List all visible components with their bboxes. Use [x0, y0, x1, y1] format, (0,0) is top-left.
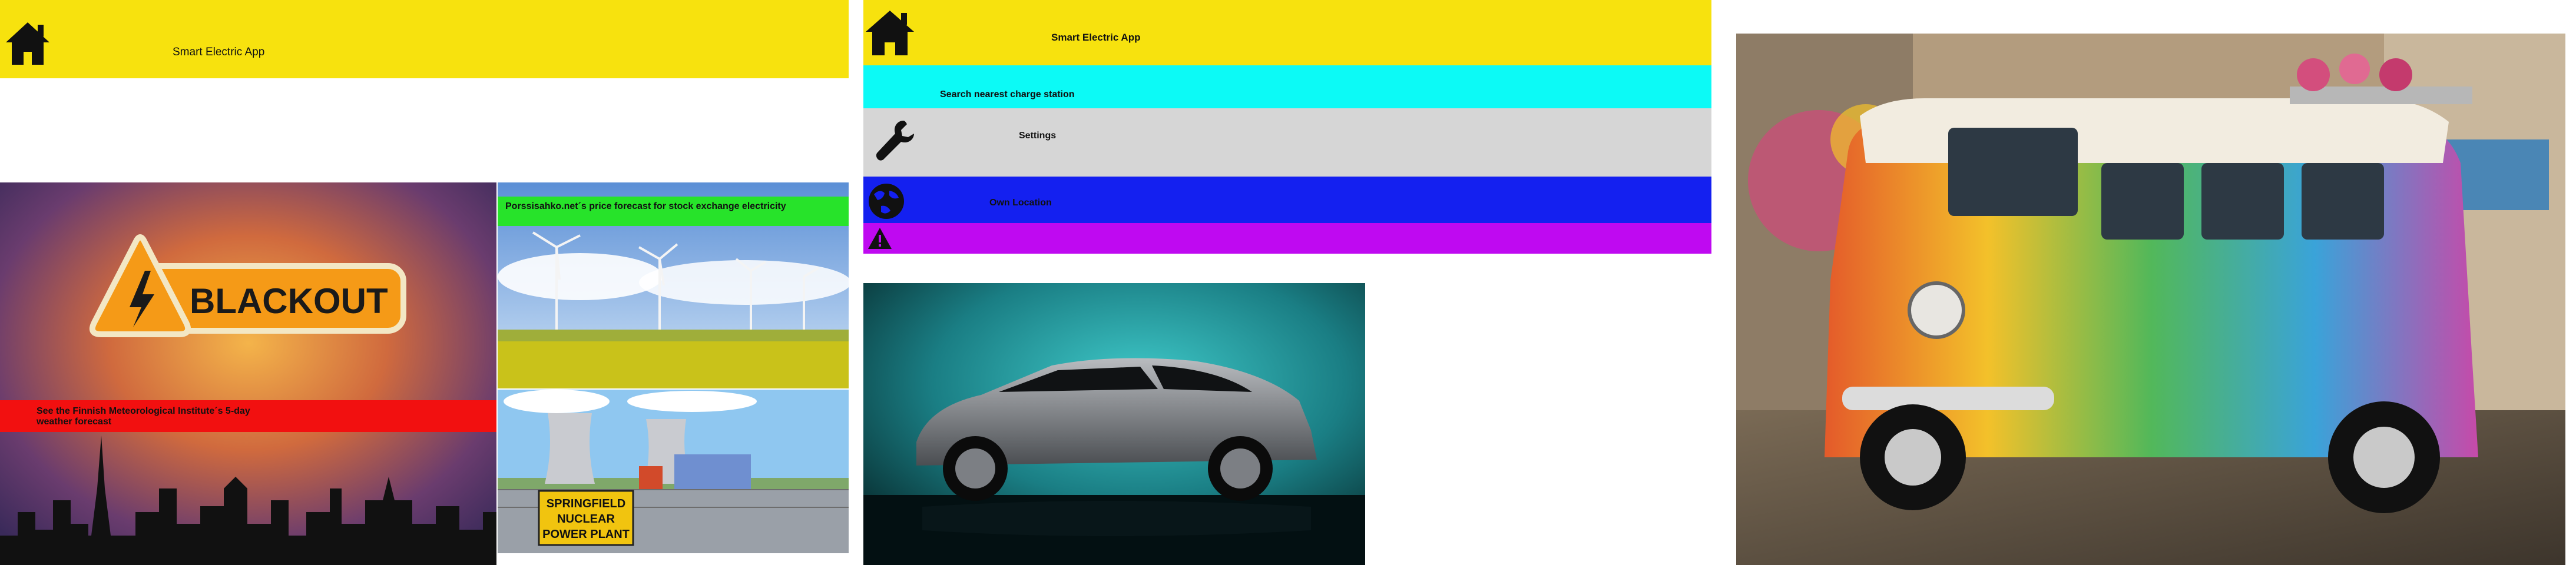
menu-item-search[interactable]	[863, 65, 1711, 108]
menu-item-settings[interactable]	[863, 108, 1711, 177]
nuclear-plant-image[interactable]: SPRINGFIELD NUCLEAR POWER PLANT	[498, 390, 849, 553]
app-header	[0, 0, 849, 78]
globe-icon[interactable]	[866, 182, 907, 220]
settings-label[interactable]: Settings	[1019, 131, 1056, 141]
blackout-image[interactable]: BLACKOUT	[0, 182, 496, 565]
nuclear-sign-line3: POWER PLANT	[542, 528, 630, 541]
home-icon[interactable]	[5, 20, 51, 66]
app-title: Smart Electric App	[173, 46, 265, 58]
search-charge-station-label[interactable]: Search nearest charge station	[940, 89, 1075, 100]
weather-forecast-link[interactable]: See the Finnish Meteorological Institute…	[37, 406, 284, 427]
wrench-icon[interactable]	[875, 119, 916, 164]
nuclear-sign-line2: NUCLEAR	[557, 513, 615, 526]
warning-icon[interactable]	[867, 227, 893, 250]
home-icon[interactable]	[865, 9, 915, 56]
price-forecast-link[interactable]: Porssisahko.net´s price forecast for sto…	[505, 201, 835, 212]
blackout-badge-text: BLACKOUT	[190, 281, 388, 321]
electric-car-photo	[863, 283, 1365, 565]
nuclear-sign-line1: SPRINGFIELD	[547, 497, 625, 510]
app-title: Smart Electric App	[1051, 32, 1141, 43]
menu-item-alert[interactable]	[863, 223, 1711, 254]
app-header	[863, 0, 1711, 65]
own-location-label[interactable]: Own Location	[989, 198, 1052, 208]
painted-van-photo	[1736, 34, 2565, 565]
